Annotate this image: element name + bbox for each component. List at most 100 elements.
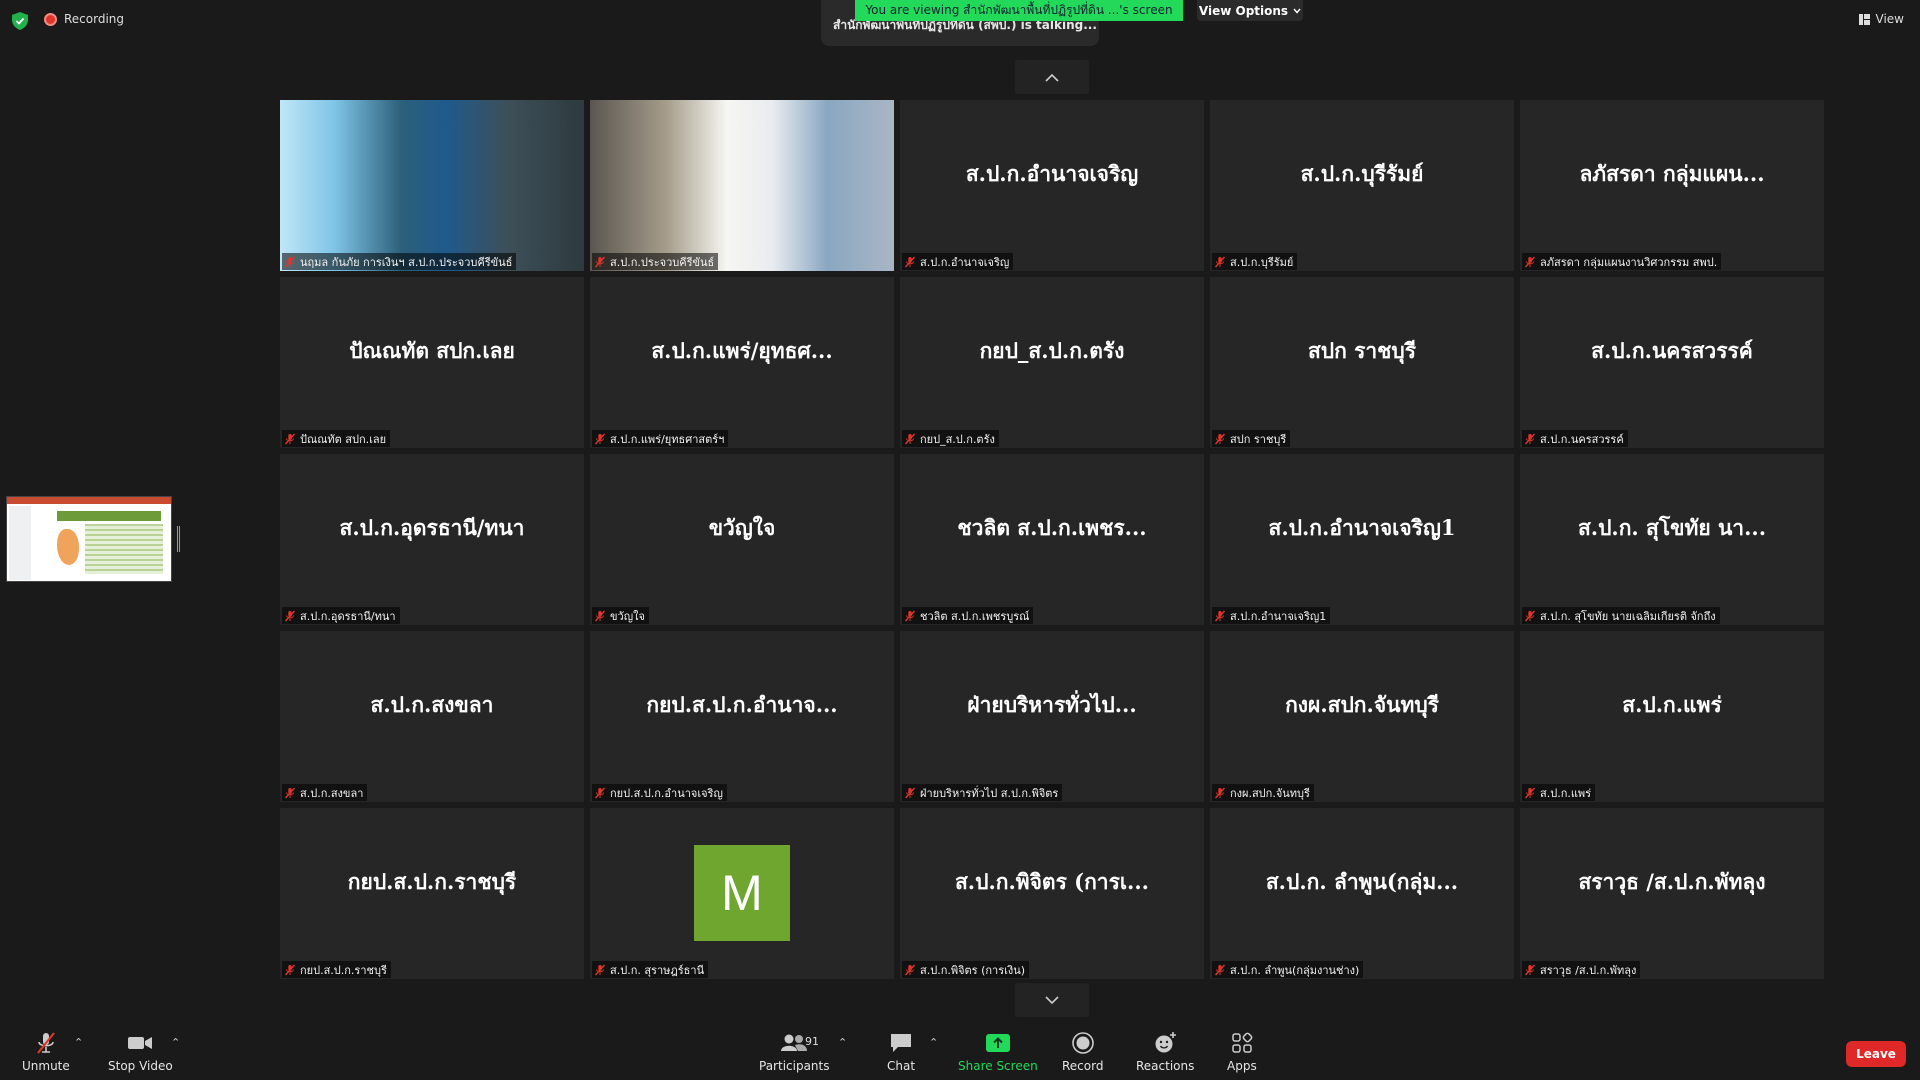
participant-tile[interactable]: ชวลิต ส.ป.ก.เพชร... ชวลิต ส.ป.ก.เพชรบูรณ์ bbox=[900, 454, 1204, 625]
apps-label: Apps bbox=[1227, 1059, 1257, 1073]
chat-options-caret-icon[interactable]: ⌃ bbox=[929, 1036, 938, 1049]
participant-tile[interactable]: ส.ป.ก.พิจิตร (การเ... ส.ป.ก.พิจิตร (การเง… bbox=[900, 808, 1204, 979]
panel-resize-handle[interactable] bbox=[177, 526, 180, 552]
participant-name: ส.ป.ก. สุโขทัย นายเฉลิมเกียรติ จักถึง bbox=[1540, 609, 1716, 623]
participant-display-name: ส.ป.ก. สุโขทัย นา... bbox=[1577, 515, 1767, 540]
participant-display-name: ส.ป.ก.แพร่ bbox=[1622, 692, 1722, 717]
muted-mic-icon bbox=[594, 610, 606, 621]
participant-tile[interactable]: ขวัญใจ ขวัญใจ bbox=[590, 454, 894, 625]
participant-tile[interactable]: ส.ป.ก.อำนาจเจริญ ส.ป.ก.อำนาจเจริญ bbox=[900, 100, 1204, 271]
view-options-button[interactable]: View Options bbox=[1197, 0, 1303, 21]
participant-name-tag: ปัณณทัต สปก.เลย bbox=[282, 430, 391, 447]
apps-button[interactable]: Apps bbox=[1227, 1031, 1257, 1073]
muted-mic-icon bbox=[594, 256, 606, 267]
participant-tile[interactable]: M ส.ป.ก. สุราษฎร์ธานี bbox=[590, 808, 894, 979]
participant-tile[interactable]: สราวุธ /ส.ป.ก.พัทลุง สราวุธ /ส.ป.ก.พัทลุง bbox=[1520, 808, 1824, 979]
next-page-button[interactable] bbox=[1015, 983, 1089, 1017]
participant-video-feed bbox=[280, 100, 584, 271]
participant-name: ส.ป.ก.แพร่/ยุทธศาสตร์ฯ bbox=[610, 432, 725, 446]
participant-name: ลภัสรดา กลุ่มแผนงานวิศวกรรม สพป. bbox=[1540, 255, 1718, 269]
muted-mic-icon bbox=[1214, 256, 1226, 267]
muted-mic-icon bbox=[1524, 433, 1536, 444]
participant-tile[interactable]: นฤมล กันภัย การเงินฯ ส.ป.ก.ประจวบคีรีขัน… bbox=[280, 100, 584, 271]
muted-mic-icon bbox=[904, 787, 916, 798]
view-layout-button[interactable]: View bbox=[1858, 12, 1904, 26]
chat-label: Chat bbox=[887, 1059, 916, 1073]
participant-name: ส.ป.ก.อำนาจเจริญ bbox=[920, 255, 1010, 269]
reactions-button[interactable]: Reactions bbox=[1136, 1031, 1194, 1073]
participant-name-tag: สปก ราชบุรี bbox=[1212, 430, 1291, 447]
video-options-caret-icon[interactable]: ⌃ bbox=[171, 1036, 180, 1049]
stop-video-button[interactable]: Stop Video bbox=[108, 1031, 173, 1073]
muted-mic-icon bbox=[904, 256, 916, 267]
participant-tile[interactable]: ส.ป.ก.นครสวรรค์ ส.ป.ก.นครสวรรค์ bbox=[1520, 277, 1824, 448]
security-shield-icon[interactable] bbox=[12, 12, 28, 30]
participant-tile[interactable]: ฝ่ายบริหารทั่วไป... ฝ่ายบริหารทั่วไป ส.ป.… bbox=[900, 631, 1204, 802]
muted-mic-icon bbox=[594, 787, 606, 798]
participant-display-name: ปัณณทัต สปก.เลย bbox=[349, 338, 515, 363]
recording-label: Recording bbox=[64, 12, 125, 26]
participants-options-caret-icon[interactable]: ⌃ bbox=[838, 1036, 847, 1049]
apps-icon bbox=[1232, 1032, 1253, 1053]
participant-name: ส.ป.ก.อำนาจเจริญ1 bbox=[1230, 609, 1327, 623]
screen-share-viewing-banner: You are viewing สำนักพัฒนาพื้นที่ปฏิรูปท… bbox=[855, 0, 1183, 21]
participant-tile[interactable]: ส.ป.ก.สงขลา ส.ป.ก.สงขลา bbox=[280, 631, 584, 802]
muted-mic-icon bbox=[1524, 787, 1536, 798]
participant-name: ส.ป.ก. ลำพูน(กลุ่มงานช่าง) bbox=[1230, 963, 1360, 977]
participant-tile[interactable]: ส.ป.ก.ประจวบคีรีขันธ์ bbox=[590, 100, 894, 271]
participant-tile[interactable]: ส.ป.ก.บุรีรัมย์ ส.ป.ก.บุรีรัมย์ bbox=[1210, 100, 1514, 271]
participant-tile[interactable]: กยป_ส.ป.ก.ตรัง กยป_ส.ป.ก.ตรัง bbox=[900, 277, 1204, 448]
participant-tile[interactable]: ส.ป.ก.แพร่ ส.ป.ก.แพร่ bbox=[1520, 631, 1824, 802]
record-button[interactable]: Record bbox=[1062, 1031, 1103, 1073]
participant-name: ส.ป.ก. สุราษฎร์ธานี bbox=[610, 963, 705, 977]
participant-tile[interactable]: กยป.ส.ป.ก.ราชบุรี กยป.ส.ป.ก.ราชบุรี bbox=[280, 808, 584, 979]
participant-name-tag: นฤมล กันภัย การเงินฯ ส.ป.ก.ประจวบคีรีขัน… bbox=[282, 253, 517, 270]
muted-mic-icon bbox=[284, 433, 296, 444]
recording-indicator[interactable]: Recording bbox=[44, 12, 124, 26]
participant-name-tag: ส.ป.ก.อำนาจเจริญ bbox=[902, 253, 1014, 270]
participant-display-name: กยป.ส.ป.ก.ราชบุรี bbox=[347, 869, 517, 894]
video-camera-icon bbox=[128, 1037, 153, 1049]
participant-name-tag: ขวัญใจ bbox=[592, 607, 649, 624]
participant-tile[interactable]: ลภัสรดา กลุ่มแผน... ลภัสรดา กลุ่มแผนงานวิ… bbox=[1520, 100, 1824, 271]
share-screen-button[interactable]: Share Screen bbox=[958, 1031, 1038, 1073]
participant-display-name: ส.ป.ก.บุรีรัมย์ bbox=[1300, 161, 1424, 186]
muted-mic-icon bbox=[1214, 964, 1226, 975]
participant-tile[interactable]: ส.ป.ก. ลำพูน(กลุ่ม... ส.ป.ก. ลำพูน(กลุ่มง… bbox=[1210, 808, 1514, 979]
muted-mic-icon bbox=[594, 964, 606, 975]
participant-display-name: ขวัญใจ bbox=[708, 515, 776, 540]
muted-microphone-icon bbox=[37, 1032, 55, 1054]
unmute-button[interactable]: Unmute bbox=[22, 1031, 70, 1073]
participant-name-tag: ชวลิต ส.ป.ก.เพชรบูรณ์ bbox=[902, 607, 1034, 624]
leave-button[interactable]: Leave bbox=[1846, 1041, 1906, 1067]
participant-name: ส.ป.ก.นครสวรรค์ bbox=[1540, 432, 1624, 446]
audio-options-caret-icon[interactable]: ⌃ bbox=[74, 1036, 83, 1049]
participant-tile[interactable]: ส.ป.ก.อำนาจเจริญ1 ส.ป.ก.อำนาจเจริญ1 bbox=[1210, 454, 1514, 625]
participant-name-tag: กงผ.สปก.จันทบุรี bbox=[1212, 784, 1314, 801]
record-icon bbox=[1071, 1032, 1094, 1054]
participant-tile[interactable]: ปัณณทัต สปก.เลย ปัณณทัต สปก.เลย bbox=[280, 277, 584, 448]
participant-tile[interactable]: ส.ป.ก.อุดรธานี/ทนา ส.ป.ก.อุดรธานี/ทนา bbox=[280, 454, 584, 625]
participant-name-tag: กยป.ส.ป.ก.ราชบุรี bbox=[282, 961, 391, 978]
thumbnail-titlebar bbox=[7, 497, 171, 504]
chevron-down-icon bbox=[1045, 995, 1059, 1004]
participant-name-tag: ส.ป.ก.สงขลา bbox=[282, 784, 368, 801]
participant-display-name: ลภัสรดา กลุ่มแผน... bbox=[1579, 161, 1765, 186]
participant-display-name: กงผ.สปก.จันทบุรี bbox=[1285, 692, 1439, 717]
participant-tile[interactable]: กยป.ส.ป.ก.อำนาจ... กยป.ส.ป.ก.อำนาจเจริญ bbox=[590, 631, 894, 802]
previous-page-button[interactable] bbox=[1015, 60, 1089, 94]
participant-name-tag: สราวุธ /ส.ป.ก.พัทลุง bbox=[1522, 961, 1641, 978]
chat-button[interactable]: Chat bbox=[887, 1031, 915, 1073]
view-label: View bbox=[1875, 12, 1904, 26]
participant-tile[interactable]: สปก ราชบุรี สปก ราชบุรี bbox=[1210, 277, 1514, 448]
shared-screen-thumbnail[interactable] bbox=[6, 496, 172, 582]
participant-tile[interactable]: กงผ.สปก.จันทบุรี กงผ.สปก.จันทบุรี bbox=[1210, 631, 1514, 802]
muted-mic-icon bbox=[1524, 964, 1536, 975]
chevron-up-icon bbox=[1045, 73, 1059, 82]
muted-mic-icon bbox=[1524, 610, 1536, 621]
participant-tile[interactable]: ส.ป.ก.แพร่/ยุทธศ... ส.ป.ก.แพร่/ยุทธศาสตร์… bbox=[590, 277, 894, 448]
stop-video-label: Stop Video bbox=[108, 1059, 173, 1073]
participant-name: กยป.ส.ป.ก.ราชบุรี bbox=[300, 963, 387, 977]
participant-tile[interactable]: ส.ป.ก. สุโขทัย นา... ส.ป.ก. สุโขทัย นายเฉ… bbox=[1520, 454, 1824, 625]
chat-bubble-icon bbox=[891, 1034, 912, 1052]
